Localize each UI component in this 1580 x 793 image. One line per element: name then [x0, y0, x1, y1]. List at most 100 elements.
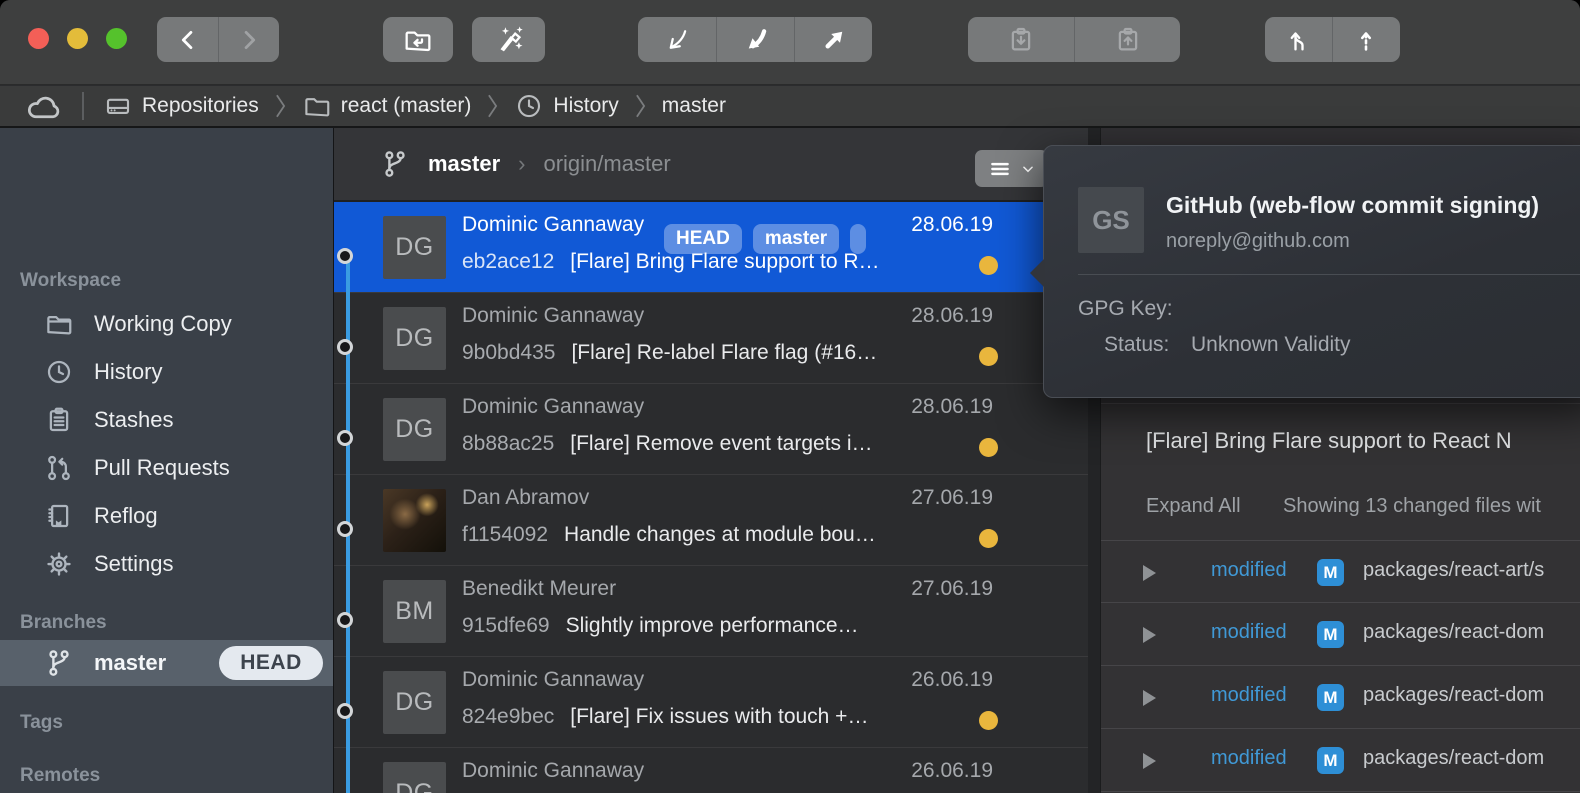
- close-button[interactable]: [28, 28, 49, 49]
- commit-author: Dan Abramov: [462, 486, 589, 510]
- breadcrumb-branch[interactable]: master: [662, 94, 726, 118]
- avatar: DG: [383, 762, 446, 793]
- commit-row[interactable]: BM Benedikt Meurer 27.06.19 915dfe69Slig…: [334, 566, 1088, 657]
- stash-button[interactable]: [968, 17, 1074, 62]
- status-value: Unknown Validity: [1191, 333, 1351, 357]
- disclosure-triangle-icon[interactable]: [1143, 753, 1156, 769]
- forward-button[interactable]: [218, 17, 279, 62]
- commit-row[interactable]: Dan Abramov 27.06.19 f1154092Handle chan…: [334, 475, 1088, 566]
- current-branch: master: [428, 151, 500, 177]
- sidebar-item-label: History: [94, 359, 162, 385]
- commit-hash: 915dfe69: [462, 614, 550, 637]
- commit-author: Dominic Gannaway: [462, 304, 644, 328]
- stash-segment: [968, 17, 1180, 62]
- merge-button[interactable]: [1265, 17, 1332, 62]
- sidebar-item-working-copy[interactable]: Working Copy: [0, 300, 333, 348]
- commit-row[interactable]: DG Dominic Gannaway 28.06.19 8b88ac25[Fl…: [334, 384, 1088, 475]
- breadcrumb-repo[interactable]: react (master): [302, 91, 472, 121]
- zoom-button[interactable]: [106, 28, 127, 49]
- sidebar-item-stashes[interactable]: Stashes: [0, 396, 333, 444]
- commit-date: 26.06.19: [911, 668, 993, 692]
- app-window: Repositories react (master) History: [0, 0, 1580, 793]
- commit-row[interactable]: DG Dominic Gannaway 26.06.19 824e9bec[Fl…: [334, 657, 1088, 748]
- commit-status-dot: [979, 711, 998, 730]
- chevron-separator: ›: [518, 151, 525, 177]
- push-button[interactable]: [794, 17, 872, 62]
- commit-author: Dominic Gannaway: [462, 213, 644, 237]
- changed-files-summary: Showing 13 changed files wit: [1283, 495, 1541, 518]
- commit-message: [Flare] Fix issues with touch +…: [570, 705, 868, 728]
- sidebar-section-remotes: Remotes: [20, 765, 100, 787]
- commit-author: Dominic Gannaway: [462, 759, 644, 783]
- list-options-button[interactable]: [975, 150, 1048, 187]
- disclosure-triangle-icon[interactable]: [1143, 565, 1156, 581]
- file-status: modified: [1211, 621, 1287, 644]
- sidebar-item-pull-requests[interactable]: Pull Requests: [0, 444, 333, 492]
- fetch-button[interactable]: [638, 17, 716, 62]
- disclosure-triangle-icon[interactable]: [1143, 690, 1156, 706]
- merge-rebase-segment: [1265, 17, 1400, 62]
- sidebar-item-settings[interactable]: Settings: [0, 540, 333, 588]
- file-row[interactable]: modified M packages/react-dom: [1101, 603, 1580, 666]
- branch-name: master: [94, 650, 166, 676]
- file-row[interactable]: modified M packages/react-dom: [1101, 729, 1580, 792]
- commit-row[interactable]: DG Dominic Gannaway 26.06.19: [334, 748, 1088, 793]
- commit-row[interactable]: DG Dominic Gannaway 28.06.19 9b0bd435[Fl…: [334, 293, 1088, 384]
- commit-date: 28.06.19: [911, 304, 993, 328]
- commit-row[interactable]: DG Dominic Gannaway HEAD master 28.06.19…: [334, 202, 1088, 293]
- file-path: packages/react-dom: [1363, 621, 1580, 644]
- disclosure-triangle-icon[interactable]: [1143, 627, 1156, 643]
- file-path: packages/react-art/s: [1363, 559, 1580, 582]
- clipboard-arrow-down-icon: [1006, 25, 1036, 55]
- commit-graph-node: [337, 703, 353, 719]
- avatar: DG: [383, 307, 446, 370]
- pull-button[interactable]: [716, 17, 794, 62]
- commit-graph-node: [337, 339, 353, 355]
- clock-icon: [44, 356, 74, 388]
- file-status: modified: [1211, 559, 1287, 582]
- commit-author: Benedikt Meurer: [462, 577, 616, 601]
- avatar: DG: [383, 398, 446, 461]
- file-row[interactable]: modified M packages/react-dom: [1101, 666, 1580, 729]
- chevron-down-icon: [1021, 162, 1035, 176]
- cloud-icon[interactable]: [26, 92, 63, 120]
- file-status: modified: [1211, 684, 1287, 707]
- pop-stash-button[interactable]: [1074, 17, 1180, 62]
- open-repository-button[interactable]: [383, 17, 453, 62]
- commit-message: Slightly improve performance…: [566, 614, 859, 637]
- breadcrumb-history[interactable]: History: [514, 91, 618, 121]
- lane-merge-icon: [1285, 26, 1313, 54]
- commit-date: 27.06.19: [911, 577, 993, 601]
- file-row[interactable]: modified M packages/react-art/s: [1101, 540, 1580, 603]
- sidebar-section-tags: Tags: [20, 712, 63, 734]
- navigation-segment: [157, 17, 279, 62]
- sidebar-item-reflog[interactable]: Reflog: [0, 492, 333, 540]
- hamburger-menu-icon: [987, 156, 1013, 182]
- commit-status-dot: [979, 347, 998, 366]
- sidebar-item-history[interactable]: History: [0, 348, 333, 396]
- curved-arrow-down-left-outline-icon: [662, 25, 692, 55]
- breadcrumb-label: Repositories: [142, 94, 259, 118]
- quick-launch-button[interactable]: [472, 17, 545, 62]
- rebase-button[interactable]: [1332, 17, 1399, 62]
- sidebar-item-label: Reflog: [94, 503, 158, 529]
- sidebar: Workspace Working Copy History Stashes: [0, 128, 334, 793]
- expand-all-button[interactable]: Expand All: [1146, 495, 1241, 518]
- clock-icon: [514, 91, 544, 121]
- commit-hash: 8b88ac25: [462, 432, 554, 455]
- breadcrumb-repositories[interactable]: Repositories: [103, 91, 259, 121]
- sidebar-section-workspace: Workspace: [20, 270, 121, 292]
- breadcrumb: Repositories react (master) History: [0, 86, 1580, 128]
- sidebar-item-label: Settings: [94, 551, 174, 577]
- curved-arrow-down-left-icon: [741, 25, 771, 55]
- back-button[interactable]: [157, 17, 218, 62]
- chevron-right-icon: [235, 26, 263, 54]
- popup-tail: [1030, 258, 1045, 288]
- minimize-button[interactable]: [67, 28, 88, 49]
- chevron-right-icon: [486, 94, 499, 118]
- commit-hash: eb2ace12: [462, 250, 554, 273]
- sidebar-item-branch-master[interactable]: master HEAD: [0, 640, 333, 686]
- arrow-up-right-icon: [819, 25, 849, 55]
- signer-email: noreply@github.com: [1166, 230, 1350, 253]
- clipboard-icon: [44, 404, 74, 436]
